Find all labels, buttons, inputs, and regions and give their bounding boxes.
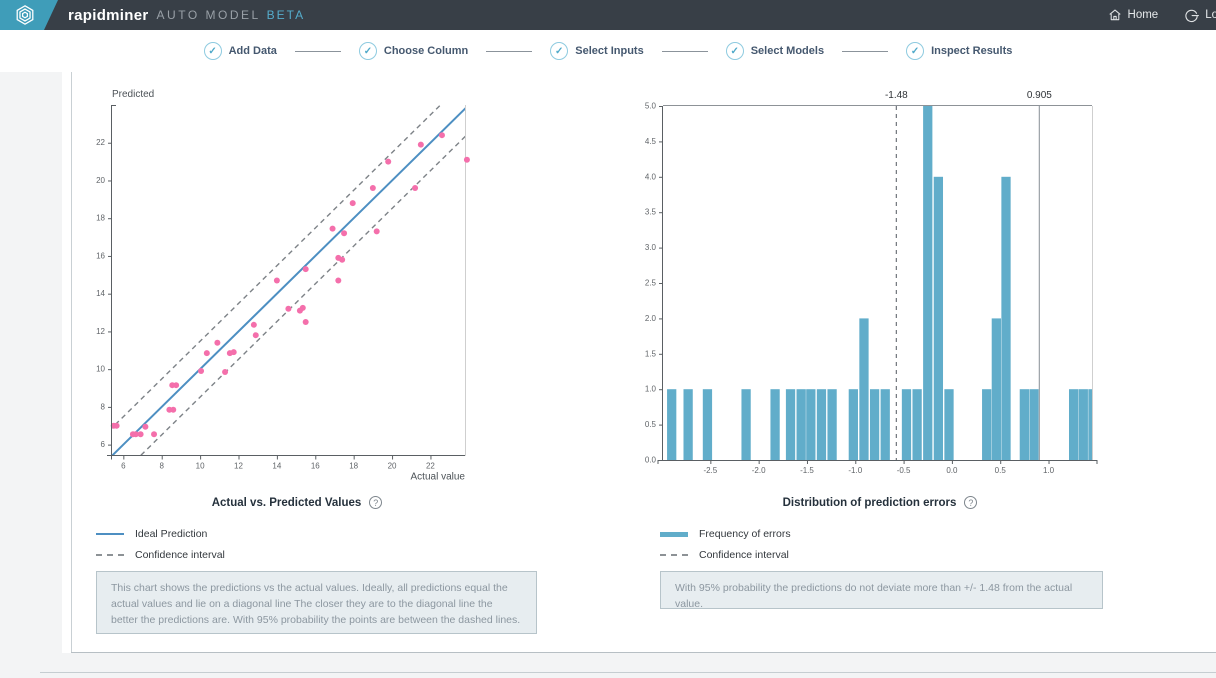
step-connector [662,51,708,52]
svg-text:-1.48: -1.48 [885,90,908,101]
svg-text:18: 18 [96,214,105,223]
svg-text:10: 10 [96,365,105,374]
step-label: Inspect Results [931,45,1012,57]
workflow-stepper: ✓ Add Data ✓ Choose Column ✓ Select Inpu… [0,30,1216,72]
solid-line-swatch-icon [96,533,124,535]
svg-text:14: 14 [272,462,281,471]
left-chart-legend: Ideal Prediction Confidence interval [96,528,225,561]
svg-text:20: 20 [388,462,397,471]
step-label: Select Inputs [575,45,643,57]
dashed-line-swatch-icon [96,554,124,556]
svg-text:0.0: 0.0 [645,456,657,465]
left-chart-title: Actual vs. Predicted Values [212,497,362,509]
step-inspect-results[interactable]: ✓ Inspect Results [906,42,1012,60]
help-icon[interactable]: ? [964,496,977,509]
svg-text:-1.5: -1.5 [800,466,814,475]
right-chart-caption: Distribution of prediction errors ? [650,496,1110,509]
legend-item-frequency-of-errors: Frequency of errors [660,528,791,540]
svg-text:2.5: 2.5 [645,279,657,288]
right-chart-title: Distribution of prediction errors [783,497,957,509]
step-choose-column[interactable]: ✓ Choose Column [359,42,468,60]
svg-text:1.0: 1.0 [1043,466,1055,475]
right-chart-legend: Frequency of errors Confidence interval [660,528,791,561]
brand-name: rapidminer [68,7,149,24]
svg-text:16: 16 [311,462,320,471]
step-connector [842,51,888,52]
svg-text:3.5: 3.5 [645,208,657,217]
home-button[interactable]: Home [1108,8,1159,22]
footer-divider [40,672,1216,673]
step-select-inputs[interactable]: ✓ Select Inputs [550,42,643,60]
step-add-data[interactable]: ✓ Add Data [204,42,277,60]
svg-text:4.0: 4.0 [645,172,657,181]
svg-text:6: 6 [121,462,126,471]
app-header: rapidminer AUTO MODEL BETA Home [0,0,1216,30]
step-label: Add Data [229,45,277,57]
step-label: Choose Column [384,45,468,57]
footer-area [0,653,1216,678]
hexagon-logo-icon [14,4,36,26]
step-label: Select Models [751,45,824,57]
step-check-icon: ✓ [726,42,744,60]
prediction-error-histogram: -1.48 0.905 0.0 0.5 1.0 1.5 2.0 2.5 3.0 3.5 4.0 4.5… [640,85,1110,495]
svg-text:8: 8 [101,402,106,411]
svg-text:-2.0: -2.0 [752,466,766,475]
page-gutter [0,72,62,653]
header-actions: Home Lo [1108,8,1216,23]
svg-text:Predicted: Predicted [112,89,154,100]
svg-text:6: 6 [101,440,106,449]
dashed-line-swatch-icon [660,554,688,556]
svg-text:-2.5: -2.5 [703,466,717,475]
svg-text:-1.0: -1.0 [848,466,862,475]
svg-text:1.5: 1.5 [645,349,657,358]
logout-icon [1184,8,1199,23]
svg-text:18: 18 [349,462,358,471]
legend-item-ideal-prediction: Ideal Prediction [96,528,225,540]
svg-text:0.905: 0.905 [1027,90,1052,101]
svg-text:4.5: 4.5 [645,137,657,146]
step-connector [295,51,341,52]
svg-text:12: 12 [96,327,105,336]
svg-text:0.5: 0.5 [995,466,1007,475]
actual-vs-predicted-chart: 6 8 10 12 14 16 18 20 22 6 8 10 12 14 16 18 20 22 Predicte… [72,85,492,495]
svg-text:22: 22 [426,462,435,471]
svg-text:8: 8 [159,462,164,471]
legend-item-confidence-interval: Confidence interval [96,549,225,561]
auto-model-results-page: rapidminer AUTO MODEL BETA Home [0,0,1216,678]
svg-text:12: 12 [234,462,243,471]
logout-button[interactable]: Lo [1184,8,1216,23]
svg-text:22: 22 [96,138,105,147]
home-icon [1108,8,1122,22]
help-icon[interactable]: ? [369,496,382,509]
step-connector [486,51,532,52]
legend-item-confidence-interval: Confidence interval [660,549,791,561]
svg-text:20: 20 [96,176,105,185]
step-check-icon: ✓ [906,42,924,60]
right-chart-note: With 95% probability the predictions do … [660,571,1103,609]
step-check-icon: ✓ [550,42,568,60]
svg-text:-0.5: -0.5 [897,466,911,475]
step-check-icon: ✓ [204,42,222,60]
svg-text:10: 10 [196,462,205,471]
svg-text:3.0: 3.0 [645,243,657,252]
step-select-models[interactable]: ✓ Select Models [726,42,824,60]
svg-text:14: 14 [96,289,105,298]
svg-text:16: 16 [96,251,105,260]
svg-text:0.0: 0.0 [946,466,958,475]
svg-text:Actual value: Actual value [411,472,466,483]
beta-badge: BETA [267,8,305,22]
svg-text:0.5: 0.5 [645,420,657,429]
step-check-icon: ✓ [359,42,377,60]
left-chart-note: This chart shows the predictions vs the … [96,571,537,634]
svg-text:1.0: 1.0 [645,385,657,394]
home-label: Home [1128,9,1159,21]
svg-text:2.0: 2.0 [645,314,657,323]
svg-text:5.0: 5.0 [645,102,657,111]
logout-label: Lo [1205,9,1216,21]
rapidminer-logo[interactable] [0,0,58,30]
product-name: AUTO MODEL [157,8,261,22]
left-chart-caption: Actual vs. Predicted Values ? [72,496,522,509]
bar-swatch-icon [660,532,688,537]
